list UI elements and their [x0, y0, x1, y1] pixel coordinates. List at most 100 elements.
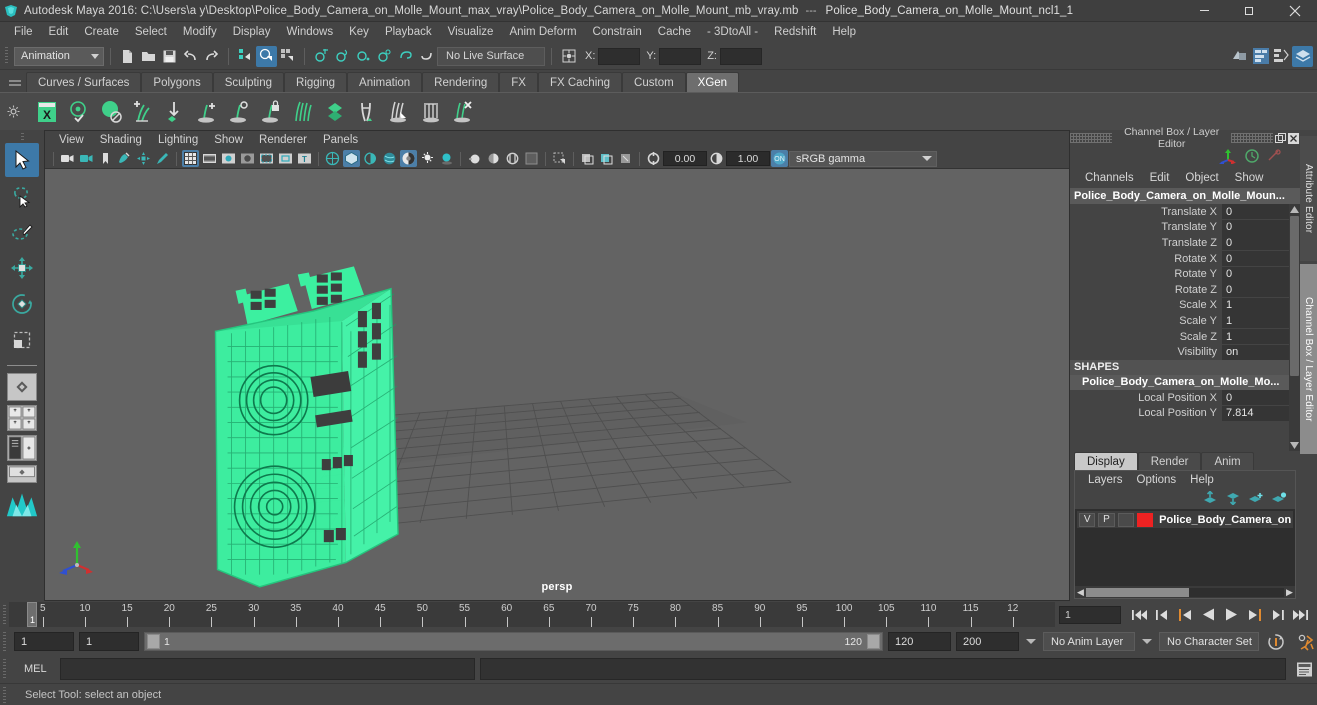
- resolution-gate-icon[interactable]: [220, 150, 237, 167]
- manipulator-axes-icon[interactable]: [1218, 148, 1238, 167]
- live-surface-field[interactable]: No Live Surface: [437, 46, 545, 66]
- redo-button[interactable]: [201, 46, 222, 67]
- viewport-menu-view[interactable]: View: [51, 131, 92, 149]
- step-back-frame-icon[interactable]: [1175, 605, 1196, 625]
- panel-drag-handle[interactable]: [1070, 133, 1112, 143]
- save-scene-button[interactable]: [159, 46, 180, 67]
- snap-to-view-plane-button[interactable]: [395, 46, 416, 67]
- layer-row[interactable]: V P Police_Body_Camera_on_: [1077, 511, 1293, 528]
- shelf-tab-rendering[interactable]: Rendering: [422, 72, 500, 92]
- lasso-select-tool[interactable]: [5, 179, 39, 213]
- use-all-lights-icon[interactable]: [400, 150, 417, 167]
- isolate-select-icon[interactable]: [551, 150, 568, 167]
- menu-visualize[interactable]: Visualize: [440, 22, 502, 43]
- hypershade-button[interactable]: [1271, 46, 1292, 67]
- hide-channel-box-icon[interactable]: [1244, 148, 1260, 167]
- maximize-button[interactable]: [1227, 0, 1272, 22]
- quick-layout-two-pane[interactable]: [5, 435, 39, 461]
- animation-end-field[interactable]: 200: [956, 632, 1019, 651]
- history-toggle-button[interactable]: [558, 46, 579, 67]
- command-line-grip[interactable]: [0, 657, 9, 681]
- make-live-button[interactable]: [416, 46, 437, 67]
- quick-layout-single-perspective[interactable]: [5, 373, 39, 401]
- wireframe-shading-icon[interactable]: [324, 150, 341, 167]
- select-camera-icon[interactable]: [59, 150, 76, 167]
- layer-playback-toggle[interactable]: P: [1098, 512, 1115, 527]
- anim-layer-dropdown-arrow[interactable]: [1024, 632, 1038, 651]
- range-slider-grip[interactable]: [0, 630, 9, 654]
- menu-3dtoall[interactable]: - 3DtoAll -: [699, 22, 766, 43]
- xgen-sphere-icon[interactable]: [96, 96, 126, 128]
- attribute-row-translate-x[interactable]: Translate X 0: [1070, 204, 1300, 220]
- shelf-tab-fx-caching[interactable]: FX Caching: [537, 72, 623, 92]
- step-forward-keyframe-icon[interactable]: [1267, 605, 1288, 625]
- show-hide-editors-button[interactable]: [1292, 45, 1313, 67]
- go-to-end-icon[interactable]: [1290, 605, 1311, 625]
- attribute-row-local-position-y[interactable]: Local Position Y 7.814: [1070, 405, 1300, 422]
- scrollbar-track[interactable]: [1086, 587, 1284, 597]
- scrollbar-thumb[interactable]: [1086, 587, 1189, 597]
- scale-tool[interactable]: [5, 323, 39, 357]
- menu-playback[interactable]: Playback: [377, 22, 440, 43]
- viewport-menu-show[interactable]: Show: [206, 131, 251, 149]
- character-set-dropdown-arrow[interactable]: [1140, 632, 1154, 651]
- animation-start-field[interactable]: 1: [14, 632, 74, 651]
- layer-display-type-toggle[interactable]: [1117, 512, 1134, 527]
- multisample-aa-icon[interactable]: [485, 150, 502, 167]
- layer-list-horizontal-scrollbar[interactable]: ◀ ▶: [1075, 586, 1295, 598]
- go-to-start-icon[interactable]: [1129, 605, 1150, 625]
- viewport-menu-lighting[interactable]: Lighting: [150, 131, 206, 149]
- layer-new-icon[interactable]: [1248, 491, 1264, 508]
- layer-tab-render[interactable]: Render: [1137, 452, 1202, 470]
- attribute-row-translate-z[interactable]: Translate Z 0: [1070, 235, 1300, 251]
- open-scene-button[interactable]: [138, 46, 159, 67]
- channel-box-scrollbar[interactable]: [1289, 204, 1300, 451]
- minimize-button[interactable]: [1182, 0, 1227, 22]
- scroll-left-arrow-icon[interactable]: ◀: [1075, 586, 1086, 598]
- viewport-menu-shading[interactable]: Shading: [92, 131, 150, 149]
- toolbox-grip[interactable]: [0, 132, 44, 142]
- close-panel-button[interactable]: [1287, 131, 1300, 145]
- snap-to-grid-button[interactable]: [311, 46, 332, 67]
- range-end-field[interactable]: 120: [888, 632, 951, 651]
- viewport-menu-renderer[interactable]: Renderer: [251, 131, 315, 149]
- gamma-field[interactable]: 1.00: [726, 151, 770, 166]
- scroll-up-arrow-icon[interactable]: [1289, 204, 1300, 215]
- attribute-row-rotate-z[interactable]: Rotate Z 0: [1070, 282, 1300, 298]
- layer-new-from-selected-icon[interactable]: [1271, 491, 1287, 508]
- shelf-tab-sculpting[interactable]: Sculpting: [212, 72, 285, 92]
- play-forwards-icon[interactable]: [1221, 605, 1242, 625]
- layer-move-up-icon[interactable]: [1202, 489, 1218, 508]
- attribute-row-scale-z[interactable]: Scale Z 1: [1070, 329, 1300, 345]
- close-button[interactable]: [1272, 0, 1317, 22]
- motion-blur-icon[interactable]: [466, 150, 483, 167]
- layer-menu-layers[interactable]: Layers: [1081, 471, 1130, 489]
- xgen-noise-icon[interactable]: [384, 96, 414, 128]
- paint-select-tool[interactable]: [5, 215, 39, 249]
- scroll-right-arrow-icon[interactable]: ▶: [1284, 586, 1295, 598]
- range-start-field[interactable]: 1: [79, 632, 139, 651]
- layer-name[interactable]: Police_Body_Camera_on_: [1156, 514, 1291, 526]
- channel-box-menu-channels[interactable]: Channels: [1078, 169, 1141, 188]
- character-set-field[interactable]: No Character Set: [1159, 632, 1259, 651]
- exposure-icon[interactable]: [645, 150, 662, 167]
- two-d-pan-zoom-icon[interactable]: [135, 150, 152, 167]
- menu-create[interactable]: Create: [76, 22, 127, 43]
- select-by-hierarchy-button[interactable]: [235, 46, 256, 67]
- layer-menu-options[interactable]: Options: [1130, 471, 1184, 489]
- smooth-shade-all-icon[interactable]: [343, 150, 360, 167]
- menu-anim-deform[interactable]: Anim Deform: [501, 22, 584, 43]
- shadows-icon[interactable]: [419, 150, 436, 167]
- panel-drag-handle-right[interactable]: [1231, 133, 1274, 143]
- color-management-selector[interactable]: sRGB gamma: [789, 150, 937, 167]
- gamma-icon[interactable]: [708, 150, 725, 167]
- command-input[interactable]: [59, 658, 475, 680]
- grease-pencil-icon[interactable]: [154, 150, 171, 167]
- attribute-row-local-position-x[interactable]: Local Position X 0: [1070, 390, 1300, 406]
- xgen-preview-icon[interactable]: [64, 96, 94, 128]
- shelf-tab-rigging[interactable]: Rigging: [284, 72, 348, 92]
- snap-to-point-button[interactable]: [353, 46, 374, 67]
- xray-mode-icon[interactable]: [579, 150, 596, 167]
- attribute-row-visibility[interactable]: Visibility on: [1070, 344, 1300, 360]
- render-view-button[interactable]: [1229, 46, 1250, 67]
